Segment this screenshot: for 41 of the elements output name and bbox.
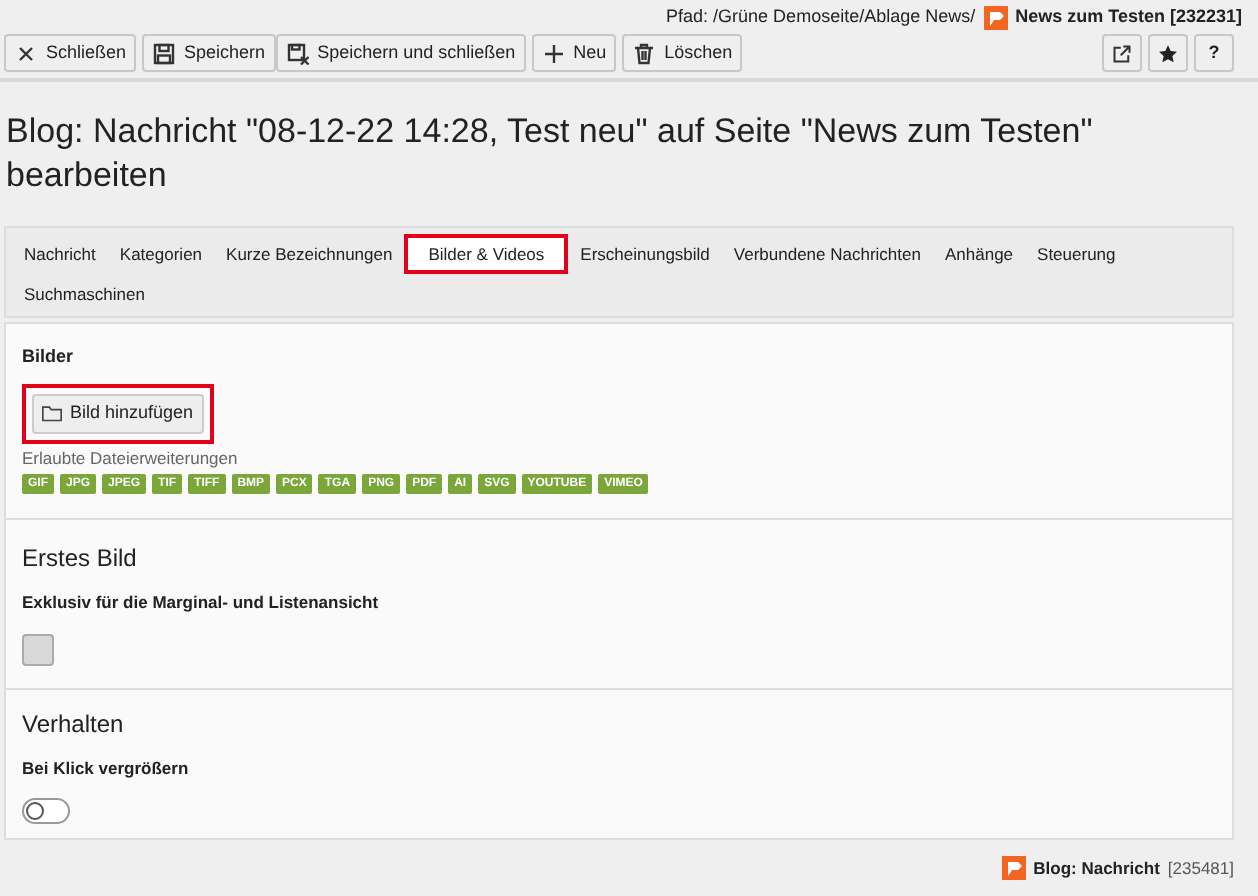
tab[interactable]: Kurze Bezeichnungen — [214, 234, 405, 274]
checkbox[interactable] — [22, 634, 54, 666]
add-image-button[interactable]: Bild hinzufügen — [32, 393, 204, 433]
section-heading: Verhalten — [22, 708, 126, 742]
tab[interactable]: Kategorien — [107, 234, 215, 274]
toggle-switch[interactable] — [22, 797, 70, 824]
folder-icon — [42, 404, 62, 422]
logo-icon — [1001, 856, 1026, 881]
section-heading: Erstes Bild — [22, 542, 139, 577]
tab[interactable]: Nachricht — [12, 234, 108, 274]
section-label: Bilder — [22, 344, 76, 370]
tab[interactable]: Verbundene Nachrichten — [721, 234, 933, 274]
external-link-icon — [1112, 41, 1132, 65]
page-title: Blog: Nachricht "08-12-22 14:28, Test neu" auf Seite "News zum Testen" bearbeiten — [4, 110, 1095, 198]
toolbar-button[interactable]: Löschen — [622, 34, 743, 72]
field-label: Bei Klick vergrößern — [22, 756, 191, 782]
tab[interactable]: Suchmaschinen — [12, 274, 157, 314]
tab[interactable]: Bilder & Videos — [404, 234, 569, 274]
trash-icon — [632, 41, 657, 65]
field-label: Exklusiv für die Marginal- und Listenansicht — [22, 590, 381, 616]
close-icon — [14, 41, 38, 65]
save-icon — [152, 41, 177, 65]
toolbar-button[interactable]: Schließen — [4, 34, 137, 72]
logo-icon — [983, 6, 1008, 30]
path-text: Pfad: /Grüne Demoseite/Ablage News/ — [666, 4, 976, 31]
toolbar-button[interactable] — [1148, 34, 1188, 72]
footer-label: Blog: Nachricht — [1033, 855, 1160, 881]
plus-icon — [541, 41, 566, 65]
toolbar-button[interactable]: Neu — [531, 34, 617, 72]
toolbar-button[interactable] — [1102, 34, 1142, 72]
hint-text: Erlaubte Dateierweiterungen — [22, 445, 240, 471]
tab[interactable]: Steuerung — [1025, 234, 1128, 274]
current-page-link[interactable]: News zum Testen [232231] — [1015, 4, 1242, 32]
toolbar-button[interactable]: Speichern — [142, 34, 276, 72]
tab[interactable]: Anhänge — [932, 234, 1026, 274]
toolbar-button[interactable]: Speichern und schließen — [275, 34, 526, 72]
footer-id: [235481] — [1167, 855, 1234, 881]
tab[interactable]: Erscheinungsbild — [568, 234, 722, 274]
star-icon — [1158, 41, 1178, 65]
save-close-icon — [285, 41, 310, 65]
help-button[interactable]: ? — [1194, 34, 1234, 72]
